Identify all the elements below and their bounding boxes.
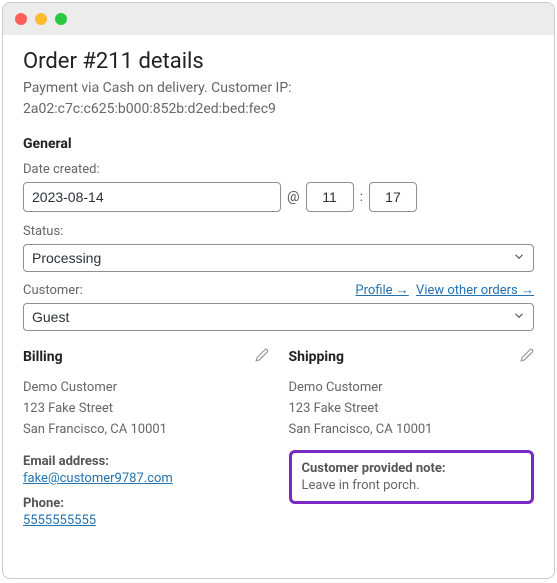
shipping-header-row: Shipping [289,347,535,366]
date-row: @ : [23,182,534,212]
shipping-header: Shipping [289,349,344,365]
general-header: General [23,136,534,152]
customer-select-wrap: Guest [23,303,534,331]
status-select-wrap: Processing [23,244,534,272]
maximize-icon[interactable] [55,13,67,25]
edit-shipping-icon[interactable] [520,347,534,366]
billing-column: Billing Demo Customer 123 Fake Street Sa… [23,347,269,538]
email-value: fake@customer9787.com [23,471,269,486]
note-text: Leave in front porch. [302,478,522,493]
payment-line1: Payment via Cash on delivery. Customer I… [23,80,292,96]
minute-input[interactable] [369,182,417,212]
customer-note-box: Customer provided note: Leave in front p… [289,450,535,504]
titlebar [3,3,554,35]
status-select[interactable]: Processing [23,244,534,272]
phone-label: Phone: [23,496,269,511]
date-created-input[interactable] [23,182,281,212]
page-title: Order #211 details [23,49,534,74]
customer-links: Profile → View other orders → [355,282,534,298]
billing-header-row: Billing [23,347,269,366]
edit-billing-icon[interactable] [255,347,269,366]
status-row: Status: Processing [23,224,534,272]
shipping-column: Shipping Demo Customer 123 Fake Street S… [289,347,535,538]
phone-value: 5555555555 [23,513,269,528]
hour-input[interactable] [306,182,354,212]
order-window: Order #211 details Payment via Cash on d… [2,2,555,579]
phone-link[interactable]: 5555555555 [23,513,96,528]
at-symbol: @ [287,189,300,205]
minimize-icon[interactable] [35,13,47,25]
billing-name: Demo Customer [23,378,269,399]
content-area: Order #211 details Payment via Cash on d… [3,35,554,552]
shipping-street: 123 Fake Street [289,399,535,420]
customer-ip: 2a02:c7c:c625:b000:852b:d2ed:bed:fec9 [23,101,276,117]
billing-city: San Francisco, CA 10001 [23,420,269,441]
billing-street: 123 Fake Street [23,399,269,420]
email-link[interactable]: fake@customer9787.com [23,471,173,486]
billing-address: Demo Customer 123 Fake Street San Franci… [23,378,269,440]
view-other-orders-link[interactable]: View other orders → [416,283,534,298]
date-created-label: Date created: [23,162,534,177]
customer-select[interactable]: Guest [23,303,534,331]
time-colon: : [360,189,363,205]
note-label: Customer provided note: [302,461,522,476]
email-label: Email address: [23,454,269,469]
close-icon[interactable] [15,13,27,25]
billing-header: Billing [23,349,63,365]
payment-info: Payment via Cash on delivery. Customer I… [23,78,534,120]
customer-label: Customer: [23,283,83,298]
shipping-name: Demo Customer [289,378,535,399]
customer-label-row: Customer: Profile → View other orders → [23,282,534,298]
address-columns: Billing Demo Customer 123 Fake Street Sa… [23,347,534,538]
shipping-address: Demo Customer 123 Fake Street San Franci… [289,378,535,440]
customer-row: Guest [23,303,534,331]
status-label: Status: [23,224,534,239]
profile-link[interactable]: Profile → [355,283,408,298]
shipping-city: San Francisco, CA 10001 [289,420,535,441]
